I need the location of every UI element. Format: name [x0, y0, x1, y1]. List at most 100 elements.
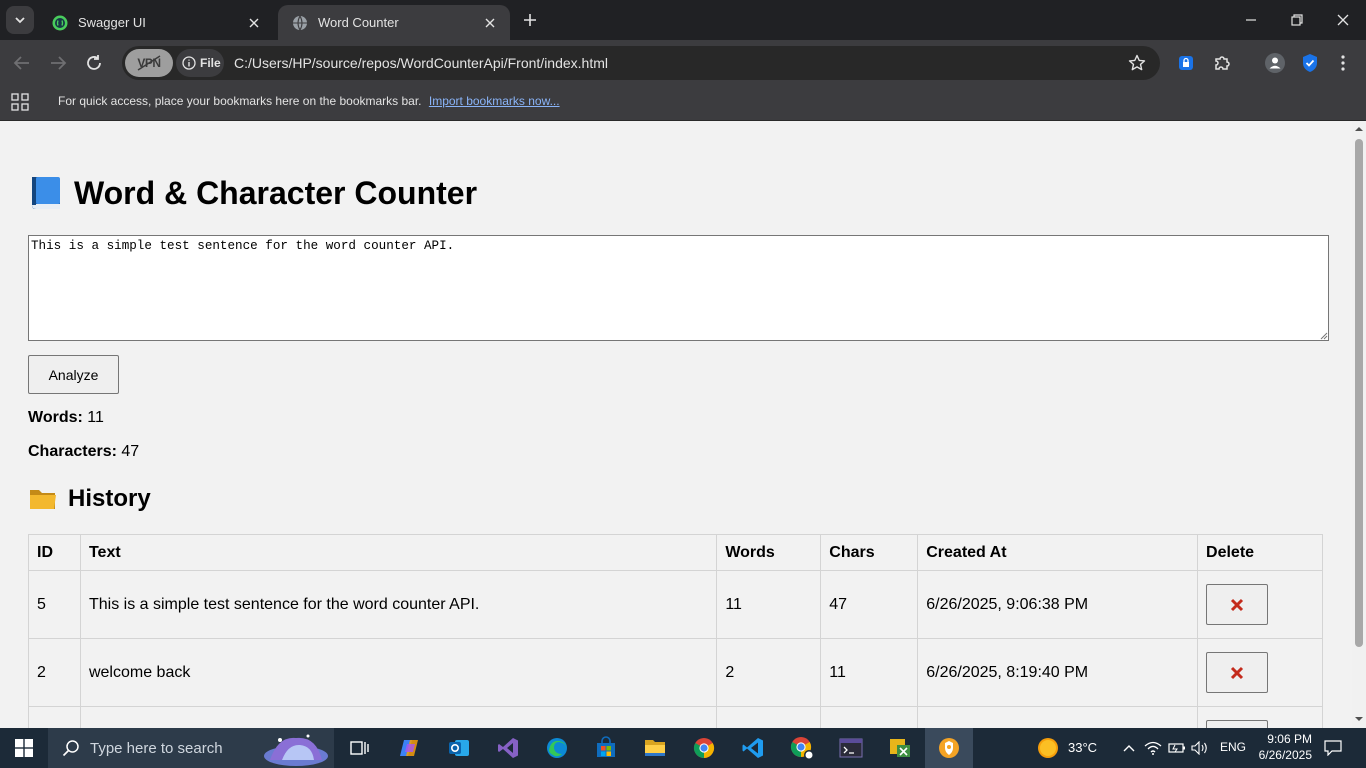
delete-button[interactable] — [1206, 720, 1269, 728]
analyze-button[interactable]: Analyze — [28, 355, 119, 394]
battery-plug-icon — [1168, 743, 1185, 753]
close-icon — [1337, 14, 1349, 26]
apps-grid-icon[interactable] — [11, 93, 29, 111]
delete-button[interactable] — [1206, 652, 1269, 693]
microsoft-store-app[interactable] — [582, 728, 630, 768]
wifi-icon — [1144, 741, 1162, 755]
import-bookmarks-link[interactable]: Import bookmarks now... — [429, 94, 560, 108]
col-header-id: ID — [28, 534, 81, 571]
folder-icon — [30, 490, 56, 509]
resize-handle-icon[interactable] — [1318, 330, 1328, 340]
clock[interactable]: 9:06 PM 6/26/2025 — [1254, 730, 1312, 766]
menu-button[interactable] — [1330, 50, 1356, 76]
edge-app[interactable] — [533, 728, 581, 768]
text-input[interactable]: This is a simple test sentence for the w… — [28, 235, 1329, 341]
extensions-button[interactable] — [1209, 50, 1235, 76]
close-icon — [249, 18, 259, 27]
store-icon — [597, 736, 615, 757]
notification-icon — [1324, 740, 1342, 756]
tab-title: Swagger UI — [78, 15, 146, 30]
plus-icon — [524, 14, 536, 26]
table-row: 2 welcome back 2 11 6/26/2025, 8:19:40 P… — [28, 638, 1323, 707]
address-bar[interactable]: VPN File C:/Users/HP/source/repos/WordCo… — [122, 46, 1160, 80]
page-title-text: Word & Character Counter — [74, 174, 478, 211]
task-view-button[interactable] — [336, 728, 384, 768]
visual-studio-icon — [498, 738, 518, 758]
tab-search-button[interactable] — [6, 6, 34, 34]
volume-button[interactable] — [1190, 738, 1210, 758]
password-manager-button[interactable] — [1173, 50, 1199, 76]
new-tab-button[interactable] — [518, 8, 542, 32]
network-button[interactable] — [1143, 738, 1163, 758]
chrome-profile-app[interactable] — [778, 728, 826, 768]
brave-app[interactable] — [925, 728, 973, 768]
clock-time: 9:06 PM — [1267, 732, 1312, 746]
tab-swagger[interactable]: Swagger UI — [38, 5, 274, 40]
page-content: Word & Character Counter This is a simpl… — [0, 121, 1352, 728]
words-value: 11 — [87, 409, 104, 426]
weather-temperature[interactable]: 33°C — [1068, 740, 1097, 755]
visual-studio-app[interactable] — [484, 728, 532, 768]
minimize-button[interactable] — [1228, 0, 1274, 40]
show-hidden-icons-button[interactable] — [1119, 738, 1139, 758]
file-explorer-icon — [645, 740, 665, 756]
chrome-profile-icon — [790, 737, 814, 760]
search-placeholder: Type here to search — [90, 739, 223, 757]
notifications-button[interactable] — [1323, 738, 1343, 758]
weather-sun-icon[interactable] — [1037, 737, 1059, 759]
table-header-row: ID Text Words Chars Created At Delete — [28, 534, 1323, 571]
task-view-icon — [350, 741, 369, 755]
speaker-icon — [1191, 741, 1207, 755]
vscode-app[interactable] — [729, 728, 777, 768]
taskbar-search[interactable]: Type here to search — [48, 728, 334, 768]
cell-text: welcome back — [79, 638, 718, 707]
close-icon — [485, 18, 495, 27]
vpn-button[interactable]: VPN — [125, 49, 173, 77]
close-tab-button[interactable] — [244, 13, 264, 33]
close-tab-button[interactable] — [480, 13, 500, 33]
col-header-chars: Chars — [820, 534, 919, 571]
back-button[interactable] — [8, 49, 36, 77]
url-text[interactable]: C:/Users/HP/source/repos/WordCounterApi/… — [234, 55, 608, 71]
bookmark-star-button[interactable] — [1126, 52, 1148, 74]
table-row: 5 This is a simple test sentence for the… — [28, 570, 1323, 639]
cell-delete — [1197, 570, 1323, 639]
col-header-created: Created At — [917, 534, 1199, 571]
star-icon — [1128, 54, 1146, 71]
brave-icon — [939, 738, 959, 758]
profile-icon — [1265, 53, 1285, 73]
scroll-up-arrow-icon[interactable] — [1352, 123, 1366, 135]
chrome-app[interactable] — [680, 728, 728, 768]
battery-button[interactable] — [1167, 738, 1187, 758]
db-tool-app[interactable] — [876, 728, 924, 768]
windows-taskbar: Type here to search 33°C ENG 9:06 PM 6/2… — [0, 728, 1366, 768]
start-button[interactable] — [0, 728, 48, 768]
table-row-partial — [28, 706, 1323, 728]
copilot-icon — [400, 740, 418, 756]
terminal-app[interactable] — [827, 728, 875, 768]
file-explorer-app[interactable] — [631, 728, 679, 768]
site-info-button[interactable]: File — [176, 49, 224, 77]
arrow-left-icon — [13, 56, 29, 70]
search-icon — [62, 740, 79, 757]
input-language[interactable]: ENG — [1220, 740, 1246, 754]
profile-button[interactable] — [1262, 50, 1288, 76]
cell-delete — [1197, 706, 1323, 728]
copilot-app[interactable] — [386, 728, 434, 768]
terminal-icon — [839, 738, 863, 758]
scroll-down-arrow-icon[interactable] — [1352, 713, 1366, 725]
security-extension-button[interactable] — [1297, 50, 1323, 76]
cell-chars: 47 — [820, 570, 919, 639]
info-icon — [182, 56, 196, 70]
restore-button[interactable] — [1274, 0, 1320, 40]
outlook-app[interactable] — [435, 728, 483, 768]
reload-button[interactable] — [80, 49, 108, 77]
scroll-thumb[interactable] — [1355, 139, 1363, 647]
tab-word-counter[interactable]: Word Counter — [278, 5, 510, 40]
vpn-slash-icon — [137, 55, 161, 71]
characters-label: Characters: — [28, 443, 117, 460]
delete-button[interactable] — [1206, 584, 1269, 625]
page-scrollbar[interactable] — [1352, 121, 1366, 728]
close-window-button[interactable] — [1320, 0, 1366, 40]
forward-button[interactable] — [44, 49, 72, 77]
